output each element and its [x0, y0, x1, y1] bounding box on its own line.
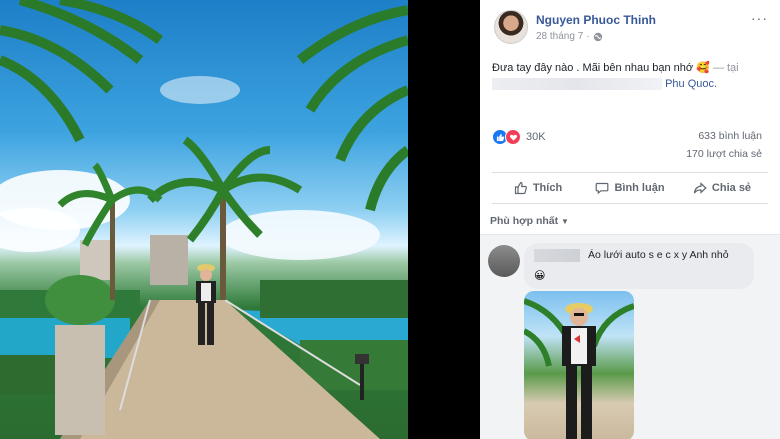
like-button[interactable]: Thích — [492, 173, 584, 203]
action-bar: Thích Bình luận Chia sẻ — [492, 172, 768, 204]
post-meta: 28 tháng 7 · — [536, 31, 603, 42]
comments-count-link[interactable]: 633 bình luận — [698, 130, 762, 142]
chevron-down-icon: ▼ — [561, 217, 569, 226]
shares-count-link[interactable]: 170 lượt chia sẻ — [686, 148, 762, 160]
post-header: Nguyen Phuoc Thinh 28 tháng 7 · ··· — [494, 10, 770, 46]
post-photo[interactable] — [0, 0, 408, 439]
comment-button[interactable]: Bình luận — [584, 173, 676, 203]
comment-icon — [596, 182, 609, 195]
resort-scene-image — [0, 0, 408, 439]
share-icon — [693, 182, 707, 194]
reaction-stats: 30K 633 bình luận 170 lượt chia sẻ — [492, 126, 772, 166]
more-options-button[interactable]: ··· — [751, 10, 768, 26]
comments-section: Áo lưới auto s e c x y Anh nhỏ 😀 — [480, 234, 780, 439]
share-button[interactable]: Chia sẻ — [676, 173, 768, 203]
meta-dot: · — [586, 31, 590, 42]
comment-text: Áo lưới auto s e c x y Anh nhỏ — [588, 249, 729, 261]
comment-sort-dropdown[interactable]: Phù hợp nhất ▼ — [490, 215, 569, 227]
sort-label: Phù hợp nhất — [490, 215, 559, 227]
comment-label: Bình luận — [614, 182, 665, 194]
image-divider — [408, 0, 480, 439]
author-avatar[interactable] — [494, 10, 528, 44]
share-label: Chia sẻ — [711, 182, 752, 194]
like-outline-icon — [514, 181, 527, 195]
post-panel: Nguyen Phuoc Thinh 28 tháng 7 · ··· Đưa … — [480, 0, 780, 439]
comment-emoji: 😀 — [534, 270, 546, 282]
globe-icon — [593, 32, 603, 42]
post-date[interactable]: 28 tháng 7 — [536, 31, 583, 42]
tagged-friend-blurred[interactable] — [492, 78, 662, 91]
reactions-summary[interactable]: 30K — [492, 129, 546, 145]
tagged-separator: — tại — [712, 62, 739, 74]
author-name[interactable]: Nguyen Phuoc Thinh — [536, 13, 656, 27]
reaction-count: 30K — [526, 131, 546, 143]
love-icon — [505, 129, 521, 145]
commenter-avatar[interactable] — [488, 245, 520, 277]
commenter-name-blurred[interactable] — [534, 249, 580, 262]
comment-photo[interactable] — [524, 291, 634, 439]
location-link[interactable]: Phu Quoc. — [665, 78, 717, 90]
post-emoji: 🥰 — [696, 62, 710, 74]
comment-photo-image — [524, 298, 634, 439]
comment-bubble: Áo lưới auto s e c x y Anh nhỏ 😀 — [524, 243, 754, 289]
post-text: Đưa tay đây nào . Mãi bên nhau bạn nhớ 🥰… — [492, 60, 772, 92]
like-label: Thích — [532, 182, 563, 194]
post-message: Đưa tay đây nào . Mãi bên nhau bạn nhớ — [492, 62, 694, 74]
